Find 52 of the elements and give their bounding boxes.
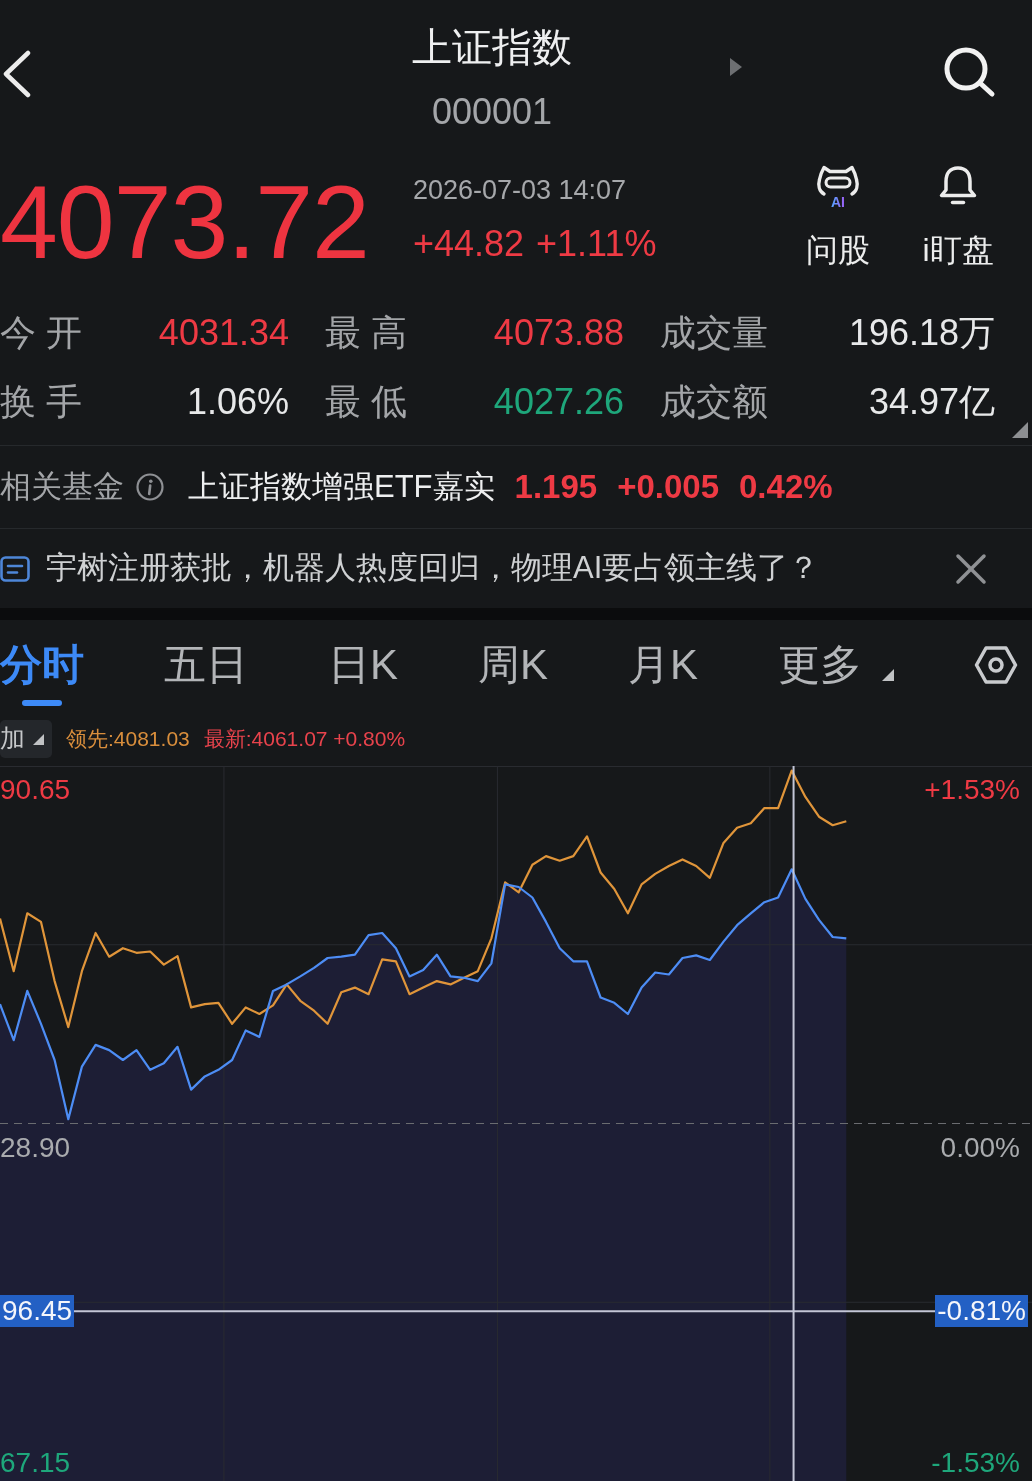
fund-label: 相关基金 (0, 467, 124, 506)
crosshair-price-label: 96.45 (0, 1295, 75, 1328)
legend-label: 领先:4081.03 (66, 726, 190, 753)
percent-axis-label: +1.53% (924, 776, 1020, 804)
chart-tab[interactable]: 周K (478, 640, 549, 690)
chart-tab[interactable]: 日K (328, 640, 398, 690)
stat-label: 成交额 (660, 379, 768, 424)
caret-icon (33, 733, 44, 745)
news-headline[interactable]: 宇树注册获批，机器人热度回归，物理AI要占领主线了？ (46, 545, 820, 592)
fund-change: +0.005 (617, 467, 719, 508)
info-icon[interactable] (136, 473, 164, 501)
stat-value: 4027.26 (493, 379, 624, 424)
fund-percent-change: 0.42% (739, 467, 833, 508)
ask-stock-button[interactable]: AI 问股 (788, 163, 888, 270)
search-icon[interactable] (942, 46, 996, 98)
stat-value: 1.06% (186, 379, 289, 424)
news-icon (0, 555, 30, 582)
price-axis-label: 28.90 (0, 1133, 71, 1162)
stat-value: 4031.34 (158, 310, 289, 355)
stat-label: 最 低 (325, 379, 407, 424)
quote-time: 2026-07-03 14:07 (412, 174, 628, 207)
chart-tab[interactable]: 月K (628, 640, 699, 690)
chart-tab[interactable]: 更多 (778, 640, 895, 690)
caret-icon (882, 669, 895, 681)
stat-label: 今 开 (0, 310, 82, 355)
stock-code: 000001 (431, 90, 553, 134)
percent-axis-label: -1.53% (931, 1449, 1020, 1477)
stat-value: 196.18万 (848, 310, 995, 355)
price-change: +44.82 (412, 222, 525, 266)
triangle-right-icon[interactable] (730, 58, 742, 76)
price-axis-label: 67.15 (0, 1449, 71, 1477)
percent-axis-label: 0.00% (940, 1133, 1020, 1162)
fund-name[interactable]: 上证指数增强ETF嘉实 (188, 463, 495, 511)
overlay-dropdown[interactable]: 加 (0, 720, 52, 758)
settings-icon[interactable] (974, 643, 1019, 687)
stat-value: 34.97亿 (868, 379, 995, 424)
fund-price: 1.195 (514, 467, 598, 508)
corner-triangle-icon[interactable] (1012, 422, 1028, 438)
stat-label: 最 高 (325, 310, 407, 355)
chevron-left-icon[interactable] (2, 50, 32, 98)
alert-button[interactable]: i盯盘 (908, 163, 1008, 270)
stat-label: 成交量 (660, 310, 768, 355)
chart-tab[interactable]: 五日 (164, 640, 248, 690)
close-icon[interactable] (955, 552, 987, 585)
crosshair-percent-label: -0.81% (935, 1295, 1028, 1328)
stat-label: 换 手 (0, 379, 82, 424)
stat-value: 4073.88 (493, 310, 624, 355)
stock-name: 上证指数 (412, 24, 572, 71)
percent-change: +1.11% (536, 222, 657, 266)
legend-label: 最新:4061.07 +0.80% (203, 726, 406, 753)
price-axis-label: 90.65 (0, 776, 71, 804)
index-price: 4073.72 (0, 169, 369, 275)
